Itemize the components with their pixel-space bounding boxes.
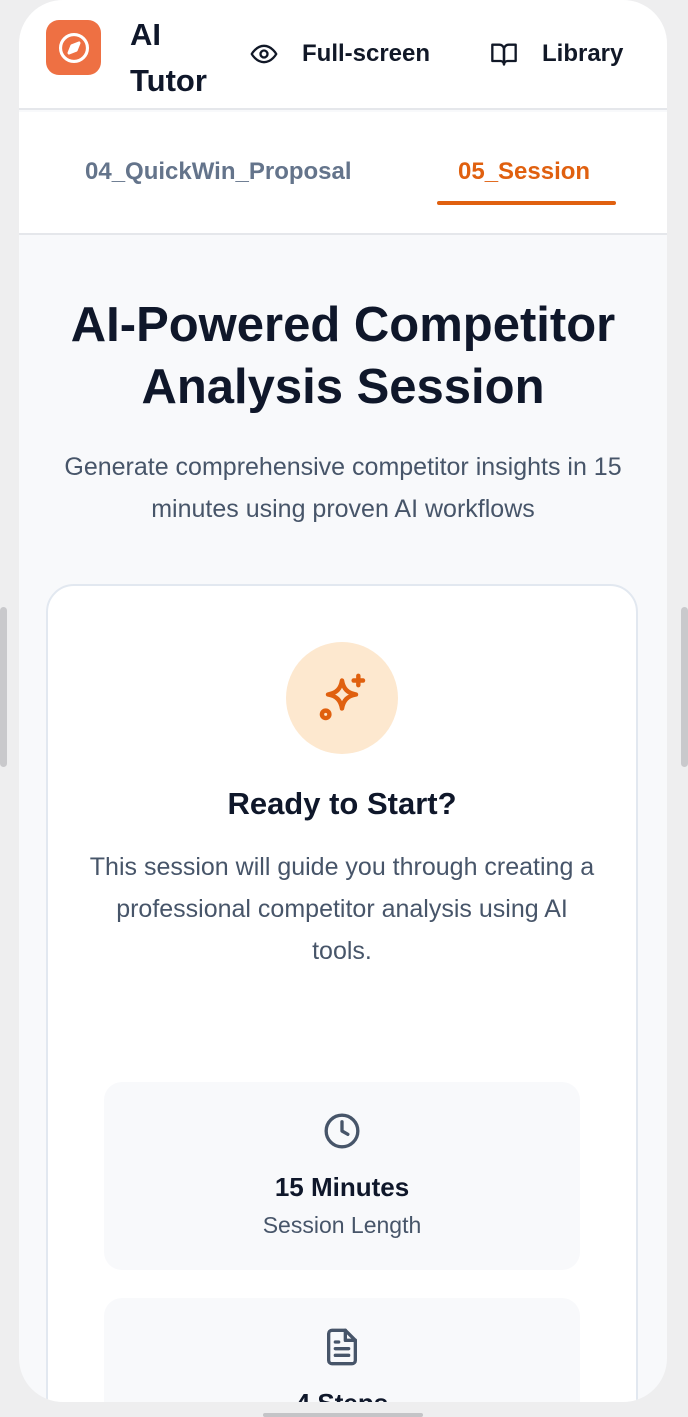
file-text-icon: [327, 1328, 357, 1366]
library-button[interactable]: Library: [490, 36, 623, 72]
app-logo[interactable]: [46, 20, 101, 75]
tab-bar: 04_QuickWin_Proposal 05_Session: [19, 112, 667, 235]
sparkle-badge: [286, 642, 398, 754]
tab-quickwin-proposal[interactable]: 04_QuickWin_Proposal: [85, 158, 352, 186]
brand-line-1: AI: [130, 17, 161, 52]
stat-steps: 4 Steps: [104, 1298, 580, 1402]
stat-value: 4 Steps: [104, 1388, 580, 1402]
card-description: This session will guide you through crea…: [89, 853, 595, 965]
clock-icon: [324, 1113, 360, 1149]
app-frame: AI Tutor Full-screen Library 04_QuickWin…: [19, 0, 667, 1402]
sparkles-icon: [319, 673, 366, 721]
right-side-handle[interactable]: [681, 607, 688, 767]
fullscreen-button[interactable]: Full-screen: [250, 36, 430, 72]
fullscreen-label: Full-screen: [302, 40, 431, 67]
stat-icon-wrap: [321, 1110, 363, 1152]
top-header: AI Tutor Full-screen Library: [19, 0, 667, 110]
compass-icon: [58, 32, 89, 63]
page-title: AI-Powered Competitor Analysis Session: [70, 298, 616, 414]
book-open-icon: [491, 43, 517, 66]
eye-icon: [250, 44, 278, 64]
start-session-card: Ready to Start? This session will guide …: [46, 584, 638, 1402]
page-subtitle: Generate comprehensive competitor insigh…: [64, 453, 622, 523]
stat-icon-wrap: [321, 1326, 363, 1368]
brand-line-2: Tutor: [130, 63, 207, 98]
left-side-handle[interactable]: [0, 607, 7, 767]
active-tab-indicator: [437, 201, 616, 205]
home-indicator[interactable]: [263, 1413, 423, 1417]
card-title: Ready to Start?: [227, 786, 457, 821]
app-brand: AI Tutor: [130, 12, 207, 104]
library-label: Library: [542, 40, 624, 67]
stat-label: Session Length: [262, 1212, 422, 1238]
stat-value: 15 Minutes: [274, 1172, 410, 1202]
tab-session[interactable]: 05_Session: [458, 158, 590, 186]
stat-session-length: 15 Minutes Session Length: [104, 1082, 580, 1270]
